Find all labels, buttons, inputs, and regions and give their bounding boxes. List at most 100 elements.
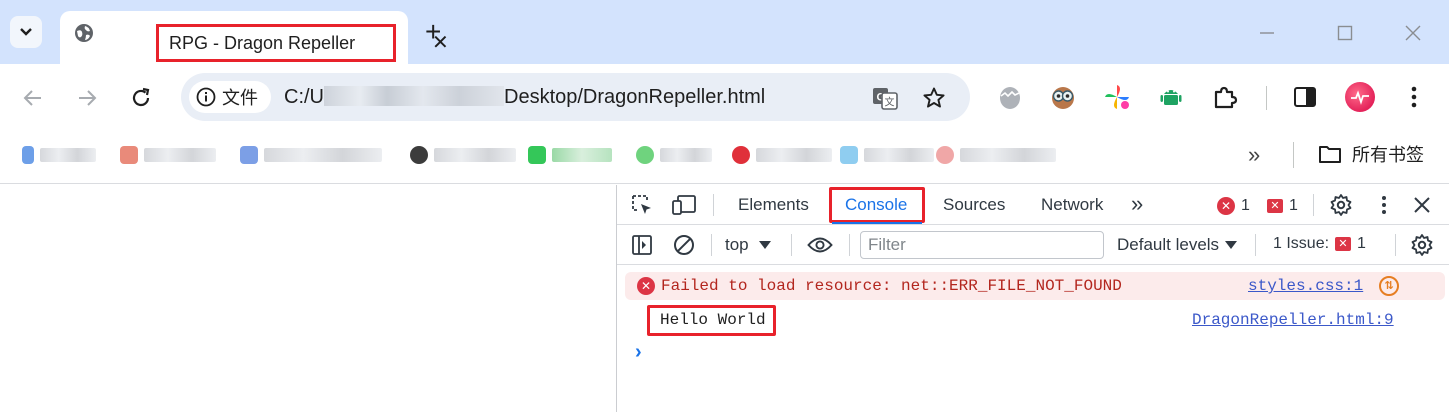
error-source-link[interactable]: styles.css:1: [1248, 277, 1363, 295]
all-bookmarks-label: 所有书签: [1352, 145, 1424, 165]
tab-search-button[interactable]: [10, 16, 42, 48]
error-counter[interactable]: ✕ 1: [1217, 197, 1250, 215]
extension-pinwheel[interactable]: [1102, 82, 1132, 112]
owl-icon: [1052, 87, 1074, 109]
console-highlight-box: [829, 187, 925, 223]
url-prefix: C:/U: [284, 86, 324, 108]
log-levels-dropdown[interactable]: Default levels: [1117, 235, 1238, 255]
bookmark-favicon: [840, 146, 858, 164]
devtools-menu-button[interactable]: [1371, 193, 1397, 217]
bookmark-favicon: [732, 146, 750, 164]
network-reveal-icon[interactable]: ⇅: [1379, 276, 1399, 296]
issues-button[interactable]: 1 Issue: ✕ 1: [1273, 235, 1366, 253]
new-tab-button[interactable]: +: [425, 18, 441, 46]
browser-toolbar: 文件 C:/U Desktop/DragonRepeller.html G 文: [0, 64, 1449, 130]
minimize-icon: [1260, 32, 1274, 34]
bookmarks-overflow-button[interactable]: »: [1248, 142, 1260, 168]
extension-eggshell[interactable]: [995, 82, 1025, 112]
devtools-settings-button[interactable]: [1328, 193, 1354, 217]
reload-button[interactable]: [125, 82, 157, 114]
redacted-bookmark-label: [660, 148, 712, 162]
bookmark-item[interactable]: [22, 144, 96, 166]
more-vertical-icon: [1382, 196, 1386, 214]
devtools-divider: [791, 234, 792, 256]
device-toolbar-button[interactable]: [671, 193, 697, 217]
tab-sources[interactable]: Sources: [943, 195, 1005, 215]
translate-button[interactable]: G 文: [872, 85, 898, 111]
console-prompt[interactable]: ›: [635, 341, 642, 364]
svg-text:文: 文: [885, 96, 895, 109]
bookmark-item[interactable]: [732, 144, 832, 166]
devtools-close-button[interactable]: [1409, 193, 1435, 217]
heartbeat-icon: [1351, 90, 1369, 105]
arrow-left-icon: [23, 90, 41, 106]
redacted-bookmark-label: [864, 148, 934, 162]
redacted-bookmark-label: [144, 148, 216, 162]
show-sidebar-button[interactable]: [629, 233, 655, 257]
redacted-bookmark-label: [40, 148, 96, 162]
bookmark-item[interactable]: [840, 144, 934, 166]
bookmark-item[interactable]: [120, 144, 216, 166]
redacted-bookmark-label: [434, 148, 516, 162]
browser-menu-button[interactable]: [1399, 82, 1429, 112]
console-filter-input[interactable]: Filter: [860, 231, 1104, 259]
bookmark-item[interactable]: [636, 144, 712, 166]
live-expression-button[interactable]: [807, 233, 833, 257]
bookmark-favicon: [528, 146, 546, 164]
issues-count: 1: [1357, 235, 1366, 252]
close-window-button[interactable]: [1398, 18, 1428, 48]
context-label: top: [725, 235, 749, 254]
egg-icon: [1000, 87, 1020, 109]
profile-avatar[interactable]: [1345, 82, 1375, 112]
device-icon: [672, 195, 696, 215]
bookmark-favicon: [240, 146, 258, 164]
all-bookmarks-button[interactable]: 所有书签: [1318, 141, 1424, 167]
more-tabs-button[interactable]: »: [1131, 191, 1143, 217]
tab-network[interactable]: Network: [1041, 195, 1103, 215]
star-icon: [923, 87, 945, 108]
more-vertical-icon: [1411, 86, 1417, 108]
caret-down-icon: [758, 241, 771, 249]
error-count: 1: [1241, 197, 1250, 214]
bookmark-favicon: [120, 146, 138, 164]
gear-icon: [1330, 194, 1352, 216]
error-message-text: Failed to load resource: net::ERR_FILE_N…: [661, 277, 1122, 295]
context-selector[interactable]: top: [725, 235, 771, 255]
puzzle-icon: [1214, 86, 1238, 109]
back-button[interactable]: [17, 82, 49, 114]
active-tab-indicator: [832, 222, 922, 224]
url-text[interactable]: C:/U Desktop/DragonRepeller.html: [284, 85, 765, 109]
side-panel-icon: [1294, 87, 1316, 107]
bookmark-item[interactable]: [936, 144, 1056, 166]
extensions-menu-button[interactable]: [1210, 82, 1240, 112]
redacted-bookmark-label: [960, 148, 1056, 162]
close-icon: [1405, 25, 1421, 41]
bookmark-star-button[interactable]: [921, 85, 947, 111]
bookmark-favicon: [936, 146, 954, 164]
tab-elements[interactable]: Elements: [738, 195, 809, 215]
maximize-button[interactable]: [1330, 18, 1360, 48]
error-icon: ✕: [637, 277, 655, 295]
active-tab[interactable]: RPG - Dragon Repeller ✕: [60, 11, 449, 64]
minimize-button[interactable]: [1252, 18, 1282, 48]
issue-counter[interactable]: ✕ 1: [1267, 197, 1298, 215]
extension-owl[interactable]: [1048, 82, 1078, 112]
bookmark-item[interactable]: [528, 144, 612, 166]
side-panel-button[interactable]: [1290, 82, 1320, 112]
bookmark-item[interactable]: [240, 144, 382, 166]
bookmark-favicon: [22, 146, 34, 164]
extension-android[interactable]: [1156, 82, 1186, 112]
issues-label: 1 Issue:: [1273, 235, 1330, 252]
console-settings-button[interactable]: [1409, 233, 1435, 257]
forward-button[interactable]: [71, 82, 103, 114]
inspect-element-button[interactable]: [629, 193, 655, 217]
redacted-bookmark-label: [264, 148, 382, 162]
address-bar[interactable]: 文件 C:/U Desktop/DragonRepeller.html G 文: [181, 73, 970, 121]
clear-console-button[interactable]: [671, 233, 697, 257]
bookmark-item[interactable]: [410, 144, 516, 166]
log-source-link[interactable]: DragonRepeller.html:9: [1192, 311, 1394, 329]
page-viewport: [0, 185, 616, 412]
eye-icon: [807, 237, 833, 253]
url-suffix: Desktop/DragonRepeller.html: [504, 86, 766, 108]
site-info-chip[interactable]: 文件: [189, 81, 271, 113]
